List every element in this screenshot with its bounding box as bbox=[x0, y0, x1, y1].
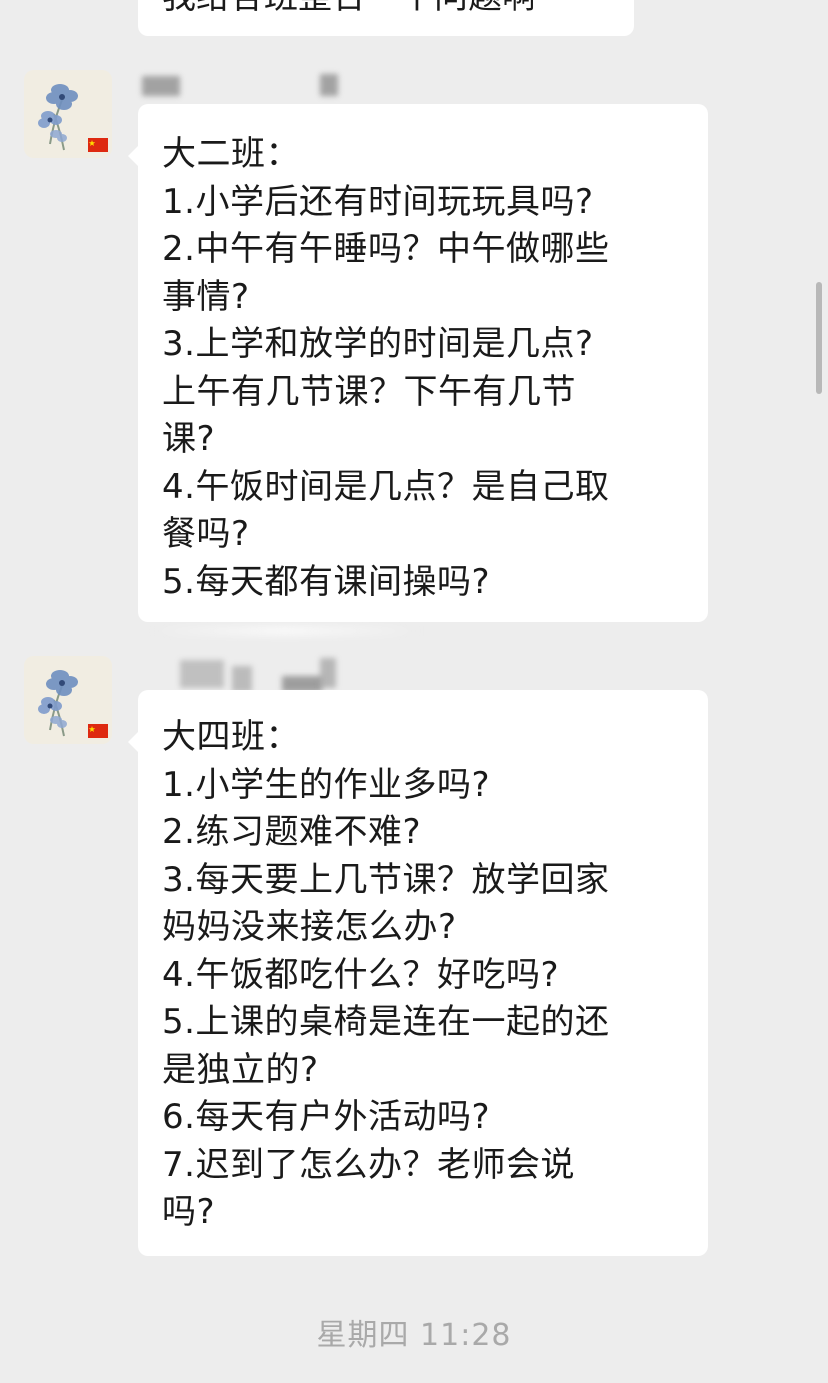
message-line: 4.午饭时间是几点？是自己取 bbox=[162, 466, 610, 507]
message-line: 上午有几节课？下午有几节 bbox=[162, 371, 576, 412]
message-line: 妈妈没来接怎么办? bbox=[162, 907, 457, 947]
message-line: 2.中午有午睡吗？中午做哪些 bbox=[162, 229, 610, 269]
message-line: 大四班： bbox=[162, 717, 300, 757]
message-line: 7.迟到了怎么办？老师会说 bbox=[162, 1144, 575, 1185]
message-bubble[interactable]: 大四班： 1.小学生的作业多吗? 2.练习题难不难? 3.每天要上几节课？放学回… bbox=[128, 690, 708, 1256]
message-line: 4.午饭都吃什么？好吃吗? bbox=[162, 954, 559, 995]
message-line: 3.上学和放学的时间是几点? bbox=[162, 324, 594, 364]
message-text: 大四班： 1.小学生的作业多吗? 2.练习题难不难? 3.每天要上几节课？放学回… bbox=[162, 714, 690, 1237]
previous-message-bubble[interactable]: 我给各班整合一个问题啊 bbox=[138, 0, 634, 36]
china-flag-badge-icon bbox=[88, 724, 108, 738]
message-bubble[interactable]: 大二班： 1.小学后还有时间玩玩具吗? 2.中午有午睡吗？中午做哪些 事情? 3… bbox=[128, 104, 708, 622]
sender-name-redacted bbox=[138, 72, 358, 102]
message-line: 2.练习题难不难? bbox=[162, 812, 421, 852]
message-line: 1.小学后还有时间玩玩具吗? bbox=[162, 181, 594, 222]
sender-avatar[interactable] bbox=[24, 656, 112, 744]
message-line: 餐吗? bbox=[162, 514, 250, 554]
message-line: 1.小学生的作业多吗? bbox=[162, 764, 490, 805]
sender-name-redacted bbox=[170, 654, 370, 692]
message-line: 是独立的? bbox=[162, 1049, 319, 1090]
china-flag-badge-icon bbox=[88, 138, 108, 152]
message-line: 3.每天要上几节课？放学回家 bbox=[162, 859, 610, 900]
sender-avatar[interactable] bbox=[24, 70, 112, 158]
message-timestamp: 星期四 11:28 bbox=[316, 1318, 512, 1353]
message-text: 大二班： 1.小学后还有时间玩玩具吗? 2.中午有午睡吗？中午做哪些 事情? 3… bbox=[162, 131, 690, 606]
message-line: 5.上课的桌椅是连在一起的还 bbox=[162, 1002, 610, 1042]
message-line: 大二班： bbox=[162, 134, 300, 174]
scrollbar[interactable] bbox=[816, 282, 822, 394]
message-text: 我给各班整合一个问题啊 bbox=[162, 0, 536, 18]
divider bbox=[150, 626, 420, 636]
chat-area: 我给各班整合一个问题啊 bbox=[0, 0, 828, 1383]
message-line: 5.每天都有课间操吗? bbox=[162, 561, 490, 602]
message-line: 事情? bbox=[162, 276, 250, 317]
message-line: 课? bbox=[162, 419, 216, 459]
message-line: 6.每天有户外活动吗? bbox=[162, 1097, 490, 1137]
message-line: 吗? bbox=[162, 1192, 216, 1232]
